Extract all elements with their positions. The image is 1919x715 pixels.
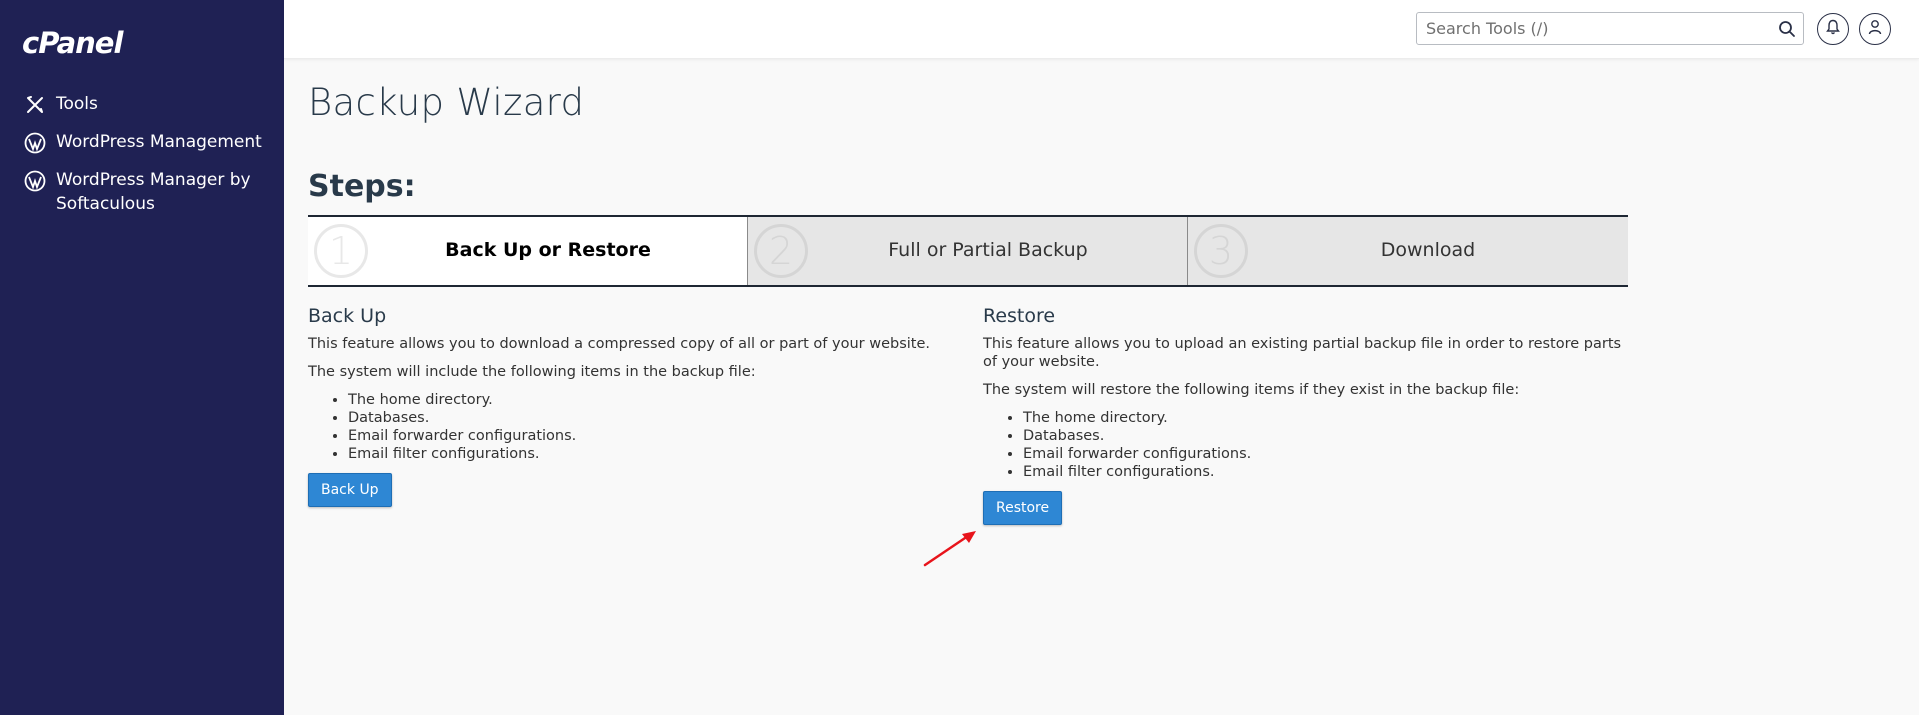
- backup-intro: The system will include the following it…: [308, 364, 756, 380]
- list-item: Databases.: [348, 409, 948, 427]
- back-up-button[interactable]: Back Up: [308, 473, 392, 507]
- sidebar-item-label: WordPress Management: [56, 132, 262, 152]
- sidebar-item-label: WordPress Manager by Softaculous: [56, 170, 251, 214]
- list-item: Email forwarder configurations.: [1023, 445, 1623, 463]
- backup-heading: Back Up: [308, 305, 387, 327]
- tools-icon: [24, 94, 46, 116]
- restore-button[interactable]: Restore: [983, 491, 1063, 525]
- list-item: Databases.: [1023, 427, 1623, 445]
- restore-heading: Restore: [983, 305, 1056, 327]
- wordpress-icon: [24, 170, 46, 192]
- annotation-arrow-icon: [923, 531, 976, 567]
- step-download: 3 Download: [1188, 217, 1628, 285]
- backup-item-list: The home directory. Databases. Email for…: [348, 391, 948, 463]
- sidebar: cPanel Tools WordPress Management WordPr…: [0, 0, 284, 715]
- logo-text: cPanel: [22, 26, 123, 60]
- steps-heading: Steps:: [308, 169, 416, 204]
- wizard-steps: 1 Back Up or Restore 2 Full or Partial B…: [308, 215, 1628, 287]
- list-item: Email filter configurations.: [348, 445, 948, 463]
- step-label: Back Up or Restore: [445, 239, 651, 261]
- page-title: Backup Wizard: [308, 81, 585, 124]
- sidebar-item-wordpress-management[interactable]: WordPress Management: [24, 130, 274, 154]
- backup-section: Back Up This feature allows you to downl…: [308, 305, 948, 507]
- backup-description: This feature allows you to download a co…: [308, 336, 930, 352]
- list-item: Email forwarder configurations.: [348, 427, 948, 445]
- user-menu-button[interactable]: [1859, 13, 1891, 45]
- restore-description: This feature allows you to upload an exi…: [983, 336, 1622, 370]
- step-label: Full or Partial Backup: [888, 239, 1088, 261]
- search-icon[interactable]: [1778, 20, 1796, 38]
- notifications-button[interactable]: [1817, 13, 1849, 45]
- sidebar-item-label: Tools: [56, 94, 98, 114]
- user-icon: [1868, 19, 1882, 39]
- search-box: [1416, 12, 1804, 45]
- list-item: The home directory.: [1023, 409, 1623, 427]
- sidebar-item-wordpress-manager-softaculous[interactable]: WordPress Manager by Softaculous: [24, 168, 274, 216]
- bell-icon: [1826, 19, 1840, 39]
- search-input[interactable]: [1417, 13, 1757, 44]
- sidebar-nav: Tools WordPress Management WordPress Man…: [24, 92, 274, 230]
- step-full-or-partial-backup: 2 Full or Partial Backup: [748, 217, 1188, 285]
- top-bar: [284, 0, 1919, 59]
- list-item: The home directory.: [348, 391, 948, 409]
- cpanel-logo[interactable]: cPanel: [22, 26, 123, 60]
- step-back-up-or-restore: 1 Back Up or Restore: [308, 217, 748, 285]
- sidebar-item-tools[interactable]: Tools: [24, 92, 274, 116]
- list-item: Email filter configurations.: [1023, 463, 1623, 481]
- restore-item-list: The home directory. Databases. Email for…: [1023, 409, 1623, 481]
- restore-intro: The system will restore the following it…: [983, 382, 1520, 398]
- restore-section: Restore This feature allows you to uploa…: [983, 305, 1623, 525]
- wordpress-icon: [24, 132, 46, 154]
- step-label: Download: [1380, 239, 1476, 261]
